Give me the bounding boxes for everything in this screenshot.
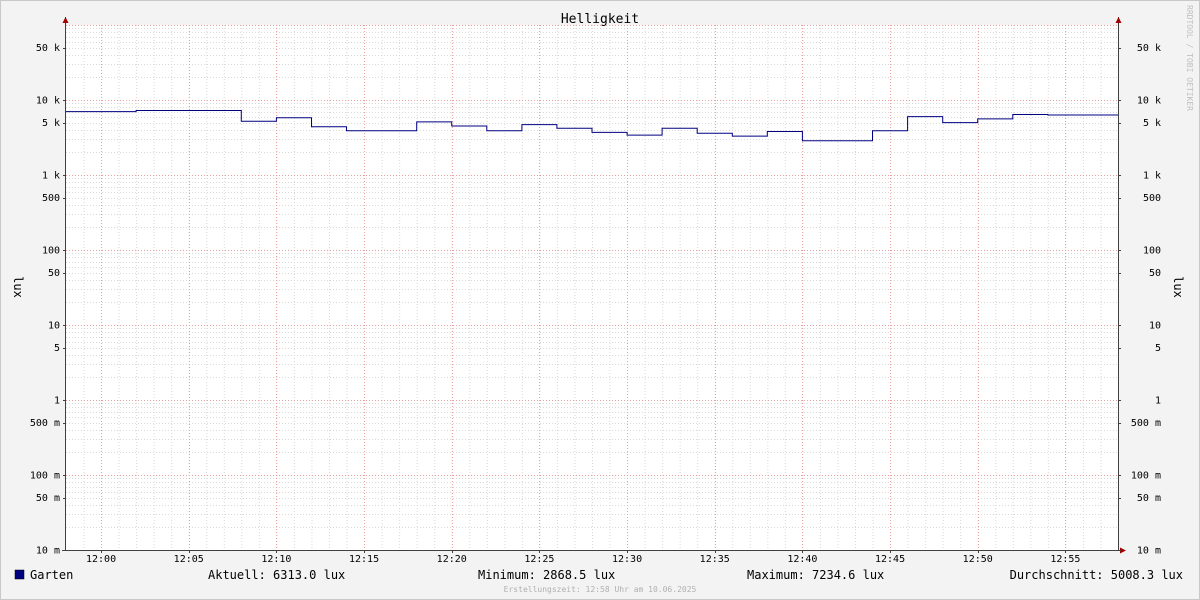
chart-title: Helligkeit	[561, 12, 639, 27]
y-tick-label-right: 500	[1143, 193, 1161, 204]
y-tick-label-left: 10	[48, 321, 60, 332]
y-tick-label-left: 5	[54, 343, 60, 354]
x-tick-label: 12:50	[963, 554, 993, 565]
y-tick-label-left: 10 k	[36, 96, 60, 107]
brightness-chart: 50 k 10 k 5 k 1 k 500 100 50 10 5 1 500 m 100 m 50 m…	[11, 5, 1194, 594]
y-tick-label-right: 10 m	[1137, 546, 1161, 557]
legend-current: Aktuell: 6313.0 lux	[208, 568, 345, 582]
y-tick-label-right: 1 k	[1143, 171, 1161, 182]
y-tick-label-left: 500	[42, 193, 60, 204]
y-tick-label-left: 50 m	[36, 493, 60, 504]
y-tick-label-left: 1 k	[42, 171, 60, 182]
y-tick-label-left: 500 m	[30, 418, 60, 429]
right-tick-labels: 50 k 10 k 5 k 1 k 500 100 50 10 5 1 500 m 100 m 50 m…	[1131, 43, 1161, 556]
y-tick-label-left: 100	[42, 246, 60, 257]
x-tick-label: 12:00	[86, 554, 116, 565]
legend-minimum: Minimum: 2868.5 lux	[478, 568, 615, 582]
y-tick-label-right: 500 m	[1131, 418, 1161, 429]
y-tick-label-left: 10 m	[36, 546, 60, 557]
y-tick-label-right: 50 m	[1137, 493, 1161, 504]
y-axis-left-arrow	[62, 17, 69, 23]
y-tick-label-right: 5 k	[1143, 118, 1161, 129]
x-tick-label: 12:30	[612, 554, 642, 565]
y-tick-label-right: 10	[1149, 321, 1161, 332]
y-tick-label-right: 50	[1149, 268, 1161, 279]
x-tick-label: 12:15	[349, 554, 379, 565]
x-tick-label: 12:20	[437, 554, 467, 565]
x-tick-label: 12:40	[787, 554, 817, 565]
y-tick-label-right: 50 k	[1137, 43, 1161, 54]
y-tick-label-right: 100 m	[1131, 471, 1161, 482]
y-tick-label-left: 5 k	[42, 118, 60, 129]
x-tick-label: 12:10	[261, 554, 291, 565]
y-tick-label-right: 5	[1155, 343, 1161, 354]
x-tick-labels: 12:00 12:05 12:10 12:15 12:20 12:25 12:30 12:35…	[86, 554, 1080, 565]
legend-label: Garten	[30, 568, 73, 582]
y-tick-label-left: 1	[54, 396, 60, 407]
legend-maximum: Maximum: 7234.6 lux	[747, 568, 884, 582]
y-tick-label-left: 50	[48, 268, 60, 279]
y-tick-label-right: 10 k	[1137, 96, 1161, 107]
legend-swatch	[14, 569, 25, 580]
legend-average: Durchschnitt: 5008.3 lux	[1010, 568, 1183, 582]
x-tick-label: 12:35	[700, 554, 730, 565]
y-axis-right-arrow	[1115, 17, 1122, 23]
rrdtool-watermark: RRDTOOL / TOBI OETIKER	[1185, 5, 1194, 111]
x-tick-label: 12:45	[875, 554, 905, 565]
y-tick-label-left: 100 m	[30, 471, 60, 482]
y-axis-label-right: lux	[1171, 276, 1185, 298]
x-tick-label: 12:05	[174, 554, 204, 565]
creation-timestamp: Erstellungszeit: 12:58 Uhr am 10.06.2025	[504, 585, 697, 594]
y-axis-label-left: lux	[11, 276, 25, 298]
x-tick-label: 12:25	[524, 554, 554, 565]
y-tick-label-right: 100	[1143, 246, 1161, 257]
left-tick-labels: 50 k 10 k 5 k 1 k 500 100 50 10 5 1 500 m 100 m 50 m…	[30, 43, 60, 556]
y-tick-label-right: 1	[1155, 396, 1161, 407]
x-tick-label: 12:55	[1050, 554, 1080, 565]
y-tick-label-left: 50 k	[36, 43, 60, 54]
